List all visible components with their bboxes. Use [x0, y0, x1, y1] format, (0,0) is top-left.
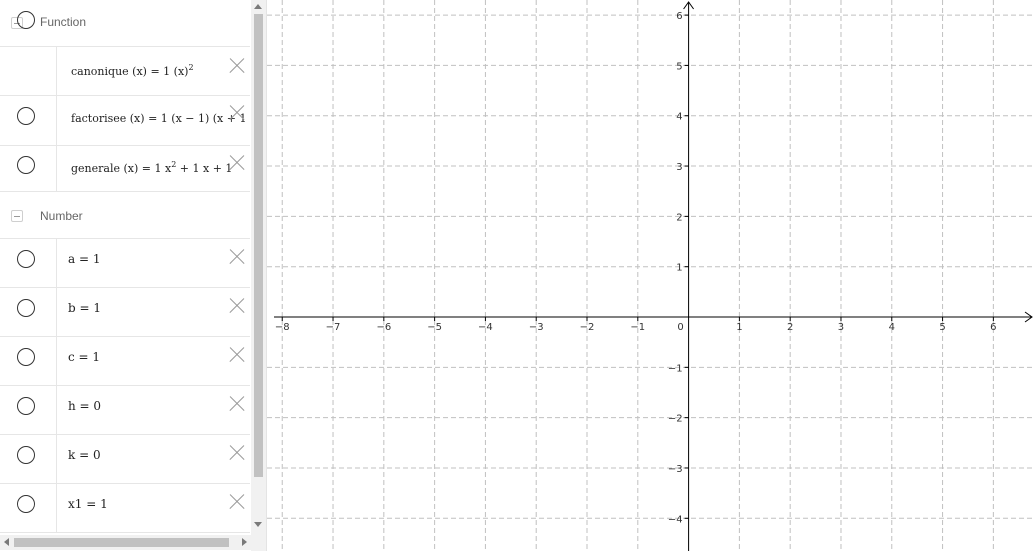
y-tick-label: 2: [676, 212, 682, 223]
algebra-row-factorisee[interactable]: factorisee (x) = 1 (x − 1) (x + 1: [0, 96, 250, 146]
group-header-number[interactable]: Number: [0, 192, 250, 239]
number-definition[interactable]: x1 = 1: [68, 497, 250, 511]
algebra-row-x1[interactable]: x1 = 1: [0, 483, 250, 533]
marble-cell: [0, 96, 57, 145]
marble-cell: [0, 483, 57, 532]
delete-icon[interactable]: [228, 154, 246, 172]
y-tick-label: 5: [676, 61, 682, 72]
delete-icon[interactable]: [228, 104, 246, 122]
x-tick-label: −2: [580, 322, 595, 333]
function-definition[interactable]: factorisee (x) = 1 (x − 1) (x + 1: [71, 110, 250, 125]
x-tick-label: 4: [889, 322, 895, 333]
y-tick-labels: −4 −3 −2 −1 1 2 3 4 5 6: [668, 11, 689, 525]
x-tick-label: −3: [529, 322, 544, 333]
x-tick-label: 0: [677, 322, 683, 333]
scroll-down-arrow-icon[interactable]: [254, 522, 262, 527]
delete-icon[interactable]: [228, 297, 246, 315]
graphics-view[interactable]: −8 −7 −6 −5 −4 −3 −2 −1 0 1 2 3 4 5 6 −4 −3 −2 −1 1 2 3 4 5 6: [267, 0, 1034, 551]
marble-cell: [0, 434, 57, 483]
y-tick-label: 3: [676, 162, 682, 173]
horizontal-scrollbar[interactable]: [0, 535, 251, 550]
group-label: Function: [40, 15, 87, 29]
scroll-right-arrow-icon[interactable]: [242, 538, 247, 546]
number-definition[interactable]: c = 1: [68, 350, 250, 364]
visibility-toggle-icon[interactable]: [17, 397, 35, 415]
marble-cell: [0, 287, 57, 336]
y-tick-label: −1: [668, 363, 683, 374]
delete-icon[interactable]: [228, 395, 246, 413]
y-tick-label: 1: [676, 263, 682, 274]
number-definition[interactable]: b = 1: [68, 301, 250, 315]
x-tick-label: −5: [427, 322, 442, 333]
number-definition[interactable]: k = 0: [68, 448, 250, 462]
x-tick-label: 6: [990, 322, 996, 333]
x-tick-label: −1: [630, 322, 645, 333]
number-definition[interactable]: a = 1: [68, 252, 250, 266]
visibility-toggle-icon[interactable]: [17, 299, 35, 317]
visibility-toggle-icon[interactable]: [17, 495, 35, 513]
x-tick-label: 2: [787, 322, 793, 333]
delete-icon[interactable]: [228, 444, 246, 462]
delete-icon[interactable]: [228, 248, 246, 266]
delete-icon[interactable]: [228, 57, 246, 75]
axes: [274, 1, 1033, 551]
y-tick-label: −2: [668, 414, 683, 425]
vertical-scroll-thumb[interactable]: [254, 14, 263, 477]
marble-cell: [0, 336, 57, 385]
marble-cell: [0, 385, 57, 434]
algebra-row-canonique[interactable]: canonique (x) = 1 (x)2: [0, 11, 250, 96]
marble-cell: [0, 142, 57, 191]
visibility-toggle-icon[interactable]: [17, 446, 35, 464]
x-tick-label: 3: [838, 322, 844, 333]
algebra-row-k[interactable]: k = 0: [0, 434, 250, 484]
grid: [267, 0, 1034, 551]
vertical-scrollbar[interactable]: [251, 0, 266, 535]
x-tick-label: 1: [736, 322, 742, 333]
x-tick-label: −8: [275, 322, 290, 333]
x-tick-label: 5: [939, 322, 945, 333]
scroll-left-arrow-icon[interactable]: [4, 538, 9, 546]
algebra-row-b[interactable]: b = 1: [0, 287, 250, 337]
marble-cell: [0, 11, 57, 95]
number-definition[interactable]: h = 0: [68, 399, 250, 413]
delete-icon[interactable]: [228, 346, 246, 364]
x-tick-label: −6: [376, 322, 391, 333]
y-tick-label: 4: [676, 112, 682, 123]
function-definition[interactable]: generale (x) = 1 x2 + 1 x + 1: [71, 160, 250, 175]
x-tick-label: −7: [326, 322, 341, 333]
group-header-function[interactable]: Function: [0, 0, 250, 47]
y-tick-label: −4: [668, 514, 683, 525]
scrollbar-corner: [251, 535, 266, 551]
marble-cell: [0, 238, 57, 287]
visibility-toggle-icon[interactable]: [17, 250, 35, 268]
visibility-toggle-icon[interactable]: [17, 348, 35, 366]
algebra-view: Function canonique (x) = 1 (x)2 factoris…: [0, 0, 250, 535]
algebra-row-h[interactable]: h = 0: [0, 385, 250, 435]
algebra-row-c[interactable]: c = 1: [0, 336, 250, 386]
y-tick-label: 6: [676, 11, 682, 22]
horizontal-scroll-thumb[interactable]: [14, 538, 229, 547]
algebra-row-generale[interactable]: generale (x) = 1 x2 + 1 x + 1: [0, 142, 250, 192]
x-tick-label: −4: [478, 322, 493, 333]
visibility-toggle-icon[interactable]: [17, 156, 35, 174]
scroll-up-arrow-icon[interactable]: [254, 4, 262, 9]
delete-icon[interactable]: [228, 493, 246, 511]
coordinate-plane[interactable]: −8 −7 −6 −5 −4 −3 −2 −1 0 1 2 3 4 5 6 −4 −3 −2 −1 1 2 3 4 5 6: [267, 0, 1034, 551]
function-definition[interactable]: canonique (x) = 1 (x)2: [71, 63, 250, 78]
collapse-icon[interactable]: [11, 210, 23, 222]
y-tick-label: −3: [668, 464, 683, 475]
group-label: Number: [40, 209, 83, 223]
visibility-toggle-icon[interactable]: [17, 11, 35, 29]
algebra-row-a[interactable]: a = 1: [0, 238, 250, 288]
x-tick-labels: −8 −7 −6 −5 −4 −3 −2 −1 0 1 2 3 4 5 6: [275, 317, 997, 333]
visibility-toggle-icon[interactable]: [17, 107, 35, 125]
